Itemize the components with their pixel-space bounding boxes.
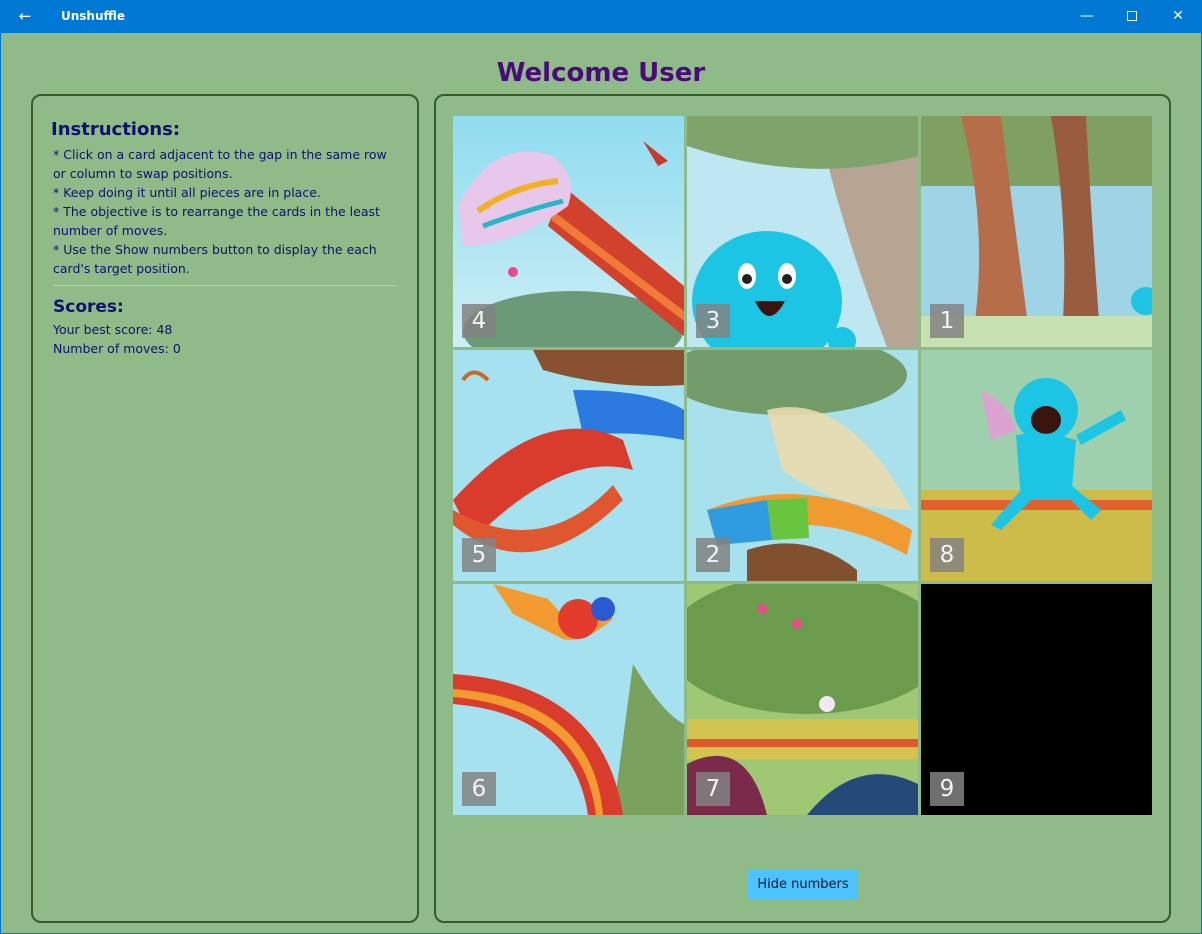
- page-title: Welcome User: [496, 58, 706, 88]
- instruction-item: * Click on a card adjacent to the gap in…: [53, 147, 387, 181]
- back-arrow-icon[interactable]: ←: [10, 5, 40, 27]
- puzzle-tile-empty-gap[interactable]: 9: [921, 584, 1152, 815]
- hide-numbers-button[interactable]: Hide numbers: [748, 869, 858, 900]
- puzzle-tile-creature-face[interactable]: 3: [687, 116, 918, 347]
- tile-number-badge: 7: [696, 772, 730, 806]
- instruction-item: * The objective is to rearrange the card…: [53, 204, 380, 238]
- puzzle-tile-sneaker-leg[interactable]: 4: [453, 116, 684, 347]
- minimize-icon[interactable]: —: [1064, 0, 1110, 33]
- puzzle-tile-rainbow-arms[interactable]: 6: [453, 584, 684, 815]
- tile-number-badge: 2: [696, 538, 730, 572]
- instruction-item: * Keep doing it until all pieces are in …: [53, 185, 321, 200]
- tile-number-badge: 5: [462, 538, 496, 572]
- tile-number-badge: 3: [696, 304, 730, 338]
- puzzle-tile-leg-backpack[interactable]: 5: [453, 350, 684, 581]
- tile-number-badge: 1: [930, 304, 964, 338]
- window-title: Unshuffle: [61, 9, 126, 23]
- scores-heading: Scores:: [53, 297, 124, 317]
- puzzle-tile-running-creature[interactable]: 8: [921, 350, 1152, 581]
- maximize-icon[interactable]: [1109, 0, 1155, 33]
- instruction-item: * Use the Show numbers button to display…: [53, 242, 377, 276]
- title-bar: ← Unshuffle — ✕: [0, 0, 1202, 33]
- best-score: Your best score: 48: [53, 322, 173, 337]
- moves-count: Number of moves: 0: [53, 341, 181, 356]
- puzzle-tile-wing-arm[interactable]: 2: [687, 350, 918, 581]
- tile-number-badge: 4: [462, 304, 496, 338]
- instructions-list: * Click on a card adjacent to the gap in…: [53, 145, 403, 278]
- puzzle-tile-forest-trees[interactable]: 1: [921, 116, 1152, 347]
- tile-number-badge: 6: [462, 772, 496, 806]
- close-icon[interactable]: ✕: [1155, 0, 1201, 33]
- tile-number-badge: 8: [930, 538, 964, 572]
- puzzle-tile-grass-flowers[interactable]: 7: [687, 584, 918, 815]
- divider: [53, 285, 397, 286]
- tile-number-badge: 9: [930, 772, 964, 806]
- instructions-heading: Instructions:: [51, 119, 181, 140]
